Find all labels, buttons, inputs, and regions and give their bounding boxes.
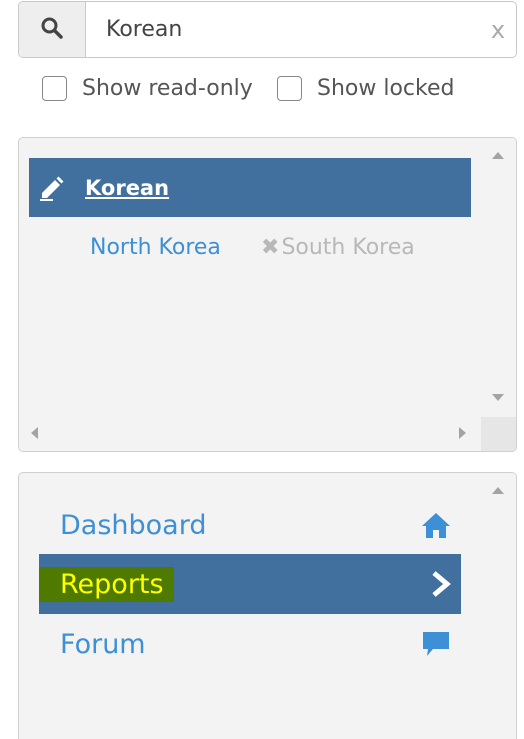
nav-item-label: Forum bbox=[60, 628, 146, 660]
filter-read-only: Show read-only bbox=[42, 76, 253, 101]
x-icon[interactable]: ✖ bbox=[261, 235, 279, 260]
read-only-checkbox[interactable] bbox=[42, 76, 67, 101]
variant-north-korea[interactable]: North Korea bbox=[90, 235, 221, 260]
filter-locked: Show locked bbox=[277, 76, 454, 101]
scrollbar-corner bbox=[481, 417, 516, 451]
results-panel: Korean North Korea ✖ South Korea bbox=[18, 137, 517, 452]
clear-search-button[interactable]: x bbox=[480, 2, 516, 57]
nav-item-dashboard[interactable]: Dashboard bbox=[39, 495, 461, 555]
scroll-up-arrow-icon[interactable] bbox=[492, 152, 504, 159]
nav-item-reports[interactable]: Reports bbox=[39, 554, 461, 614]
navigation-vertical-scrollbar[interactable] bbox=[481, 473, 516, 739]
navigation-panel: Dashboard Reports Forum bbox=[18, 472, 517, 739]
chevron-right-icon bbox=[429, 571, 451, 597]
result-item-korean[interactable]: Korean bbox=[29, 158, 471, 217]
results-vertical-scrollbar[interactable] bbox=[481, 138, 516, 418]
pencil-icon[interactable] bbox=[39, 175, 65, 201]
search-input[interactable] bbox=[86, 2, 480, 57]
search-bar: x bbox=[18, 1, 517, 58]
nav-item-label: Reports bbox=[39, 566, 174, 602]
variant-south-korea-label: South Korea bbox=[281, 235, 415, 260]
scroll-down-arrow-icon[interactable] bbox=[492, 394, 504, 401]
variant-south-korea: ✖ South Korea bbox=[261, 235, 415, 260]
nav-item-label: Dashboard bbox=[60, 509, 207, 541]
scroll-right-arrow-icon[interactable] bbox=[459, 427, 466, 439]
comment-icon bbox=[421, 630, 451, 658]
home-icon bbox=[421, 511, 451, 539]
read-only-label[interactable]: Show read-only bbox=[82, 76, 253, 101]
result-title[interactable]: Korean bbox=[85, 176, 169, 200]
search-icon bbox=[40, 16, 64, 44]
locked-checkbox[interactable] bbox=[277, 76, 302, 101]
results-horizontal-scrollbar[interactable] bbox=[19, 417, 483, 451]
locked-label[interactable]: Show locked bbox=[317, 76, 454, 101]
nav-item-forum[interactable]: Forum bbox=[39, 614, 461, 674]
scroll-up-arrow-icon[interactable] bbox=[492, 487, 504, 494]
scroll-left-arrow-icon[interactable] bbox=[31, 427, 38, 439]
search-button[interactable] bbox=[19, 2, 86, 57]
